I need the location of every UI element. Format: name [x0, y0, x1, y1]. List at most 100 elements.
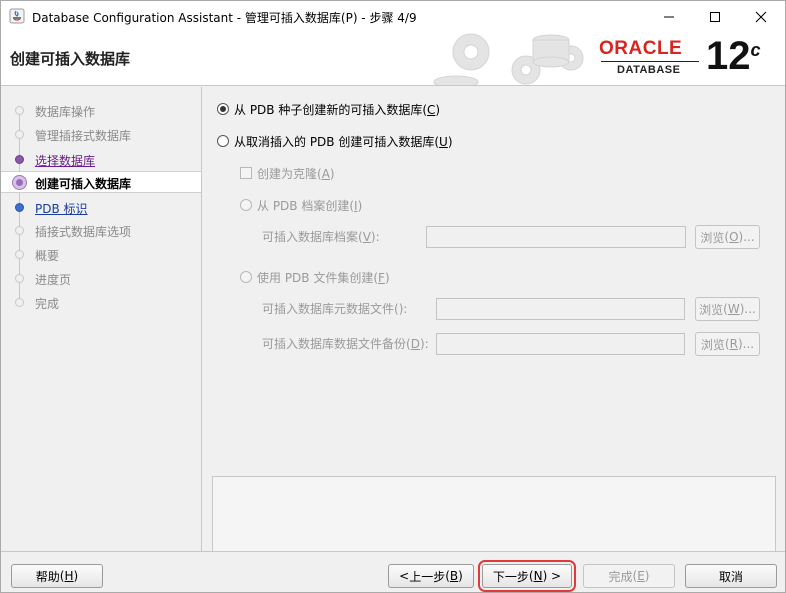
option-text: 从 PDB 档案创建 [257, 198, 350, 213]
nav-step-label: 完成 [35, 297, 60, 311]
metadata-file-label: 可插入数据库元数据文件(): [262, 302, 408, 316]
create-from-seed-label: 从 PDB 种子创建新的可插入数据库(C) [234, 102, 441, 117]
help-button[interactable]: 帮助(H) [11, 564, 103, 588]
button-text: 上一步 [409, 569, 446, 584]
button-text: 浏览 [700, 337, 725, 352]
create-from-fileset-radio[interactable]: 使用 PDB 文件集创建(F) [240, 268, 390, 286]
create-from-unplugged-label: 从取消插入的 PDB 创建可插入数据库(U) [234, 134, 453, 149]
button-text: 浏览 [700, 230, 725, 245]
nav-step-label: 创建可插入数据库 [35, 177, 132, 191]
field-text: 可插入数据库数据文件备份 [262, 337, 407, 351]
nav-step-pdb-identifier[interactable]: PDB 标识 [1, 197, 201, 219]
finish-button[interactable]: 完成(E) [583, 564, 675, 588]
nav-step-select-database[interactable]: 选择数据库 [1, 149, 201, 171]
nav-step-label: 插接式数据库选项 [35, 225, 132, 239]
backup-browse-button[interactable]: 浏览(R)... [695, 332, 760, 356]
option-text: 从取消插入的 PDB 创建可插入数据库 [234, 134, 435, 149]
mnemonic: N [533, 569, 543, 583]
mnemonic: R [729, 337, 738, 351]
backup-file-input[interactable] [436, 333, 685, 355]
button-text: 完成 [608, 569, 633, 584]
maximize-button[interactable] [692, 1, 738, 32]
archive-file-input[interactable] [426, 226, 686, 248]
field-text: 可插入数据库档案 [262, 230, 359, 244]
mnemonic: E [637, 569, 645, 583]
version-mark: 12c [706, 34, 761, 79]
option-text: 从 PDB 种子创建新的可插入数据库 [234, 102, 423, 117]
mnemonic: O [729, 230, 739, 244]
nav-step-summary: 概要 [1, 244, 201, 266]
radio-icon [217, 135, 229, 147]
button-text: 取消 [718, 569, 743, 584]
backup-file-label: 可插入数据库数据文件备份(D): [262, 337, 429, 351]
radio-icon [240, 199, 252, 211]
create-from-archive-label: 从 PDB 档案创建(I) [257, 198, 363, 213]
window-title: Database Configuration Assistant - 管理可插入… [32, 11, 417, 25]
minimize-icon [664, 16, 674, 17]
step-dot-icon [15, 226, 24, 235]
close-button[interactable] [738, 1, 784, 32]
version-suffix: c [750, 40, 761, 60]
mnemonic: V [362, 230, 371, 244]
button-text: 下一步 [492, 569, 529, 584]
back-button[interactable]: < 上一步(B) [388, 564, 474, 588]
mnemonic: D [410, 337, 420, 351]
cancel-button[interactable]: 取消 [685, 564, 777, 588]
step-dot-icon [15, 130, 24, 139]
create-from-fileset-label: 使用 PDB 文件集创建(F) [257, 270, 390, 285]
mnemonic: H [64, 569, 74, 583]
create-as-clone-label: 创建为克隆(A) [257, 166, 335, 181]
minimize-button[interactable] [646, 1, 692, 32]
option-text: 使用 PDB 文件集创建 [257, 270, 374, 285]
create-as-clone-checkbox[interactable]: 创建为克隆(A) [240, 164, 335, 182]
checkbox-icon [240, 167, 252, 179]
gears-decoration-icon [433, 33, 584, 85]
button-text: 帮助 [35, 569, 60, 584]
wizard-footer: 帮助(H) < 上一步(B) 下一步(N) > 完成(E) 取消 [1, 551, 785, 592]
next-button[interactable]: 下一步(N) > [478, 560, 576, 592]
nav-step-label: 管理插接式数据库 [35, 129, 132, 143]
current-step-icon [12, 175, 27, 190]
logo-rule [601, 61, 699, 62]
option-text: 创建为克隆 [257, 166, 318, 181]
mnemonic: B [449, 569, 459, 583]
create-from-seed-radio[interactable]: 从 PDB 种子创建新的可插入数据库(C) [217, 100, 440, 118]
create-from-archive-radio[interactable]: 从 PDB 档案创建(I) [240, 196, 362, 214]
metadata-file-input[interactable] [436, 298, 685, 320]
field-text: 可插入数据库元数据文件 [262, 302, 395, 316]
archive-browse-button[interactable]: 浏览(O)... [695, 225, 760, 249]
java-app-icon [9, 8, 25, 24]
mnemonic: A [321, 166, 330, 181]
archive-file-label: 可插入数据库档案(V): [262, 230, 380, 244]
page-title: 创建可插入数据库 [10, 50, 131, 68]
radio-icon [240, 271, 252, 283]
nav-step-progress: 进度页 [1, 268, 201, 290]
nav-step-label: 概要 [35, 249, 60, 263]
step-banner: 创建可插入数据库 ORACLE DATABASE 12c [1, 32, 785, 86]
step-dot-icon [15, 203, 24, 212]
nav-step-label: 数据库操作 [35, 105, 96, 119]
title-bar: Database Configuration Assistant - 管理可插入… [1, 1, 785, 32]
nav-step-finish: 完成 [1, 292, 201, 314]
step-dot-icon [15, 298, 24, 307]
message-area [212, 476, 776, 552]
nav-step-database-operation: 数据库操作 [1, 100, 201, 122]
oracle-database-label: DATABASE [617, 64, 681, 76]
step-dot-icon [15, 155, 24, 164]
nav-step-create-pdb: 创建可插入数据库 [1, 171, 201, 193]
nav-step-pdb-options: 插接式数据库选项 [1, 220, 201, 242]
dbca-window: Database Configuration Assistant - 管理可插入… [0, 0, 786, 593]
mnemonic: I [354, 198, 358, 213]
create-from-unplugged-radio[interactable]: 从取消插入的 PDB 创建可插入数据库(U) [217, 132, 453, 150]
step-dot-icon [15, 106, 24, 115]
mnemonic: U [439, 134, 448, 149]
step-dot-icon [15, 274, 24, 283]
nav-step-label: PDB 标识 [35, 202, 88, 216]
step-dot-icon [15, 250, 24, 259]
close-icon [755, 11, 767, 22]
metadata-browse-button[interactable]: 浏览(W)... [695, 297, 760, 321]
oracle-wordmark: ORACLE [599, 38, 683, 59]
step-navigation: 数据库操作 管理插接式数据库 选择数据库 创建可插入数据库 PDB 标识 插接式… [1, 87, 202, 551]
mnemonic: F [378, 270, 385, 285]
nav-step-label: 进度页 [35, 273, 72, 287]
